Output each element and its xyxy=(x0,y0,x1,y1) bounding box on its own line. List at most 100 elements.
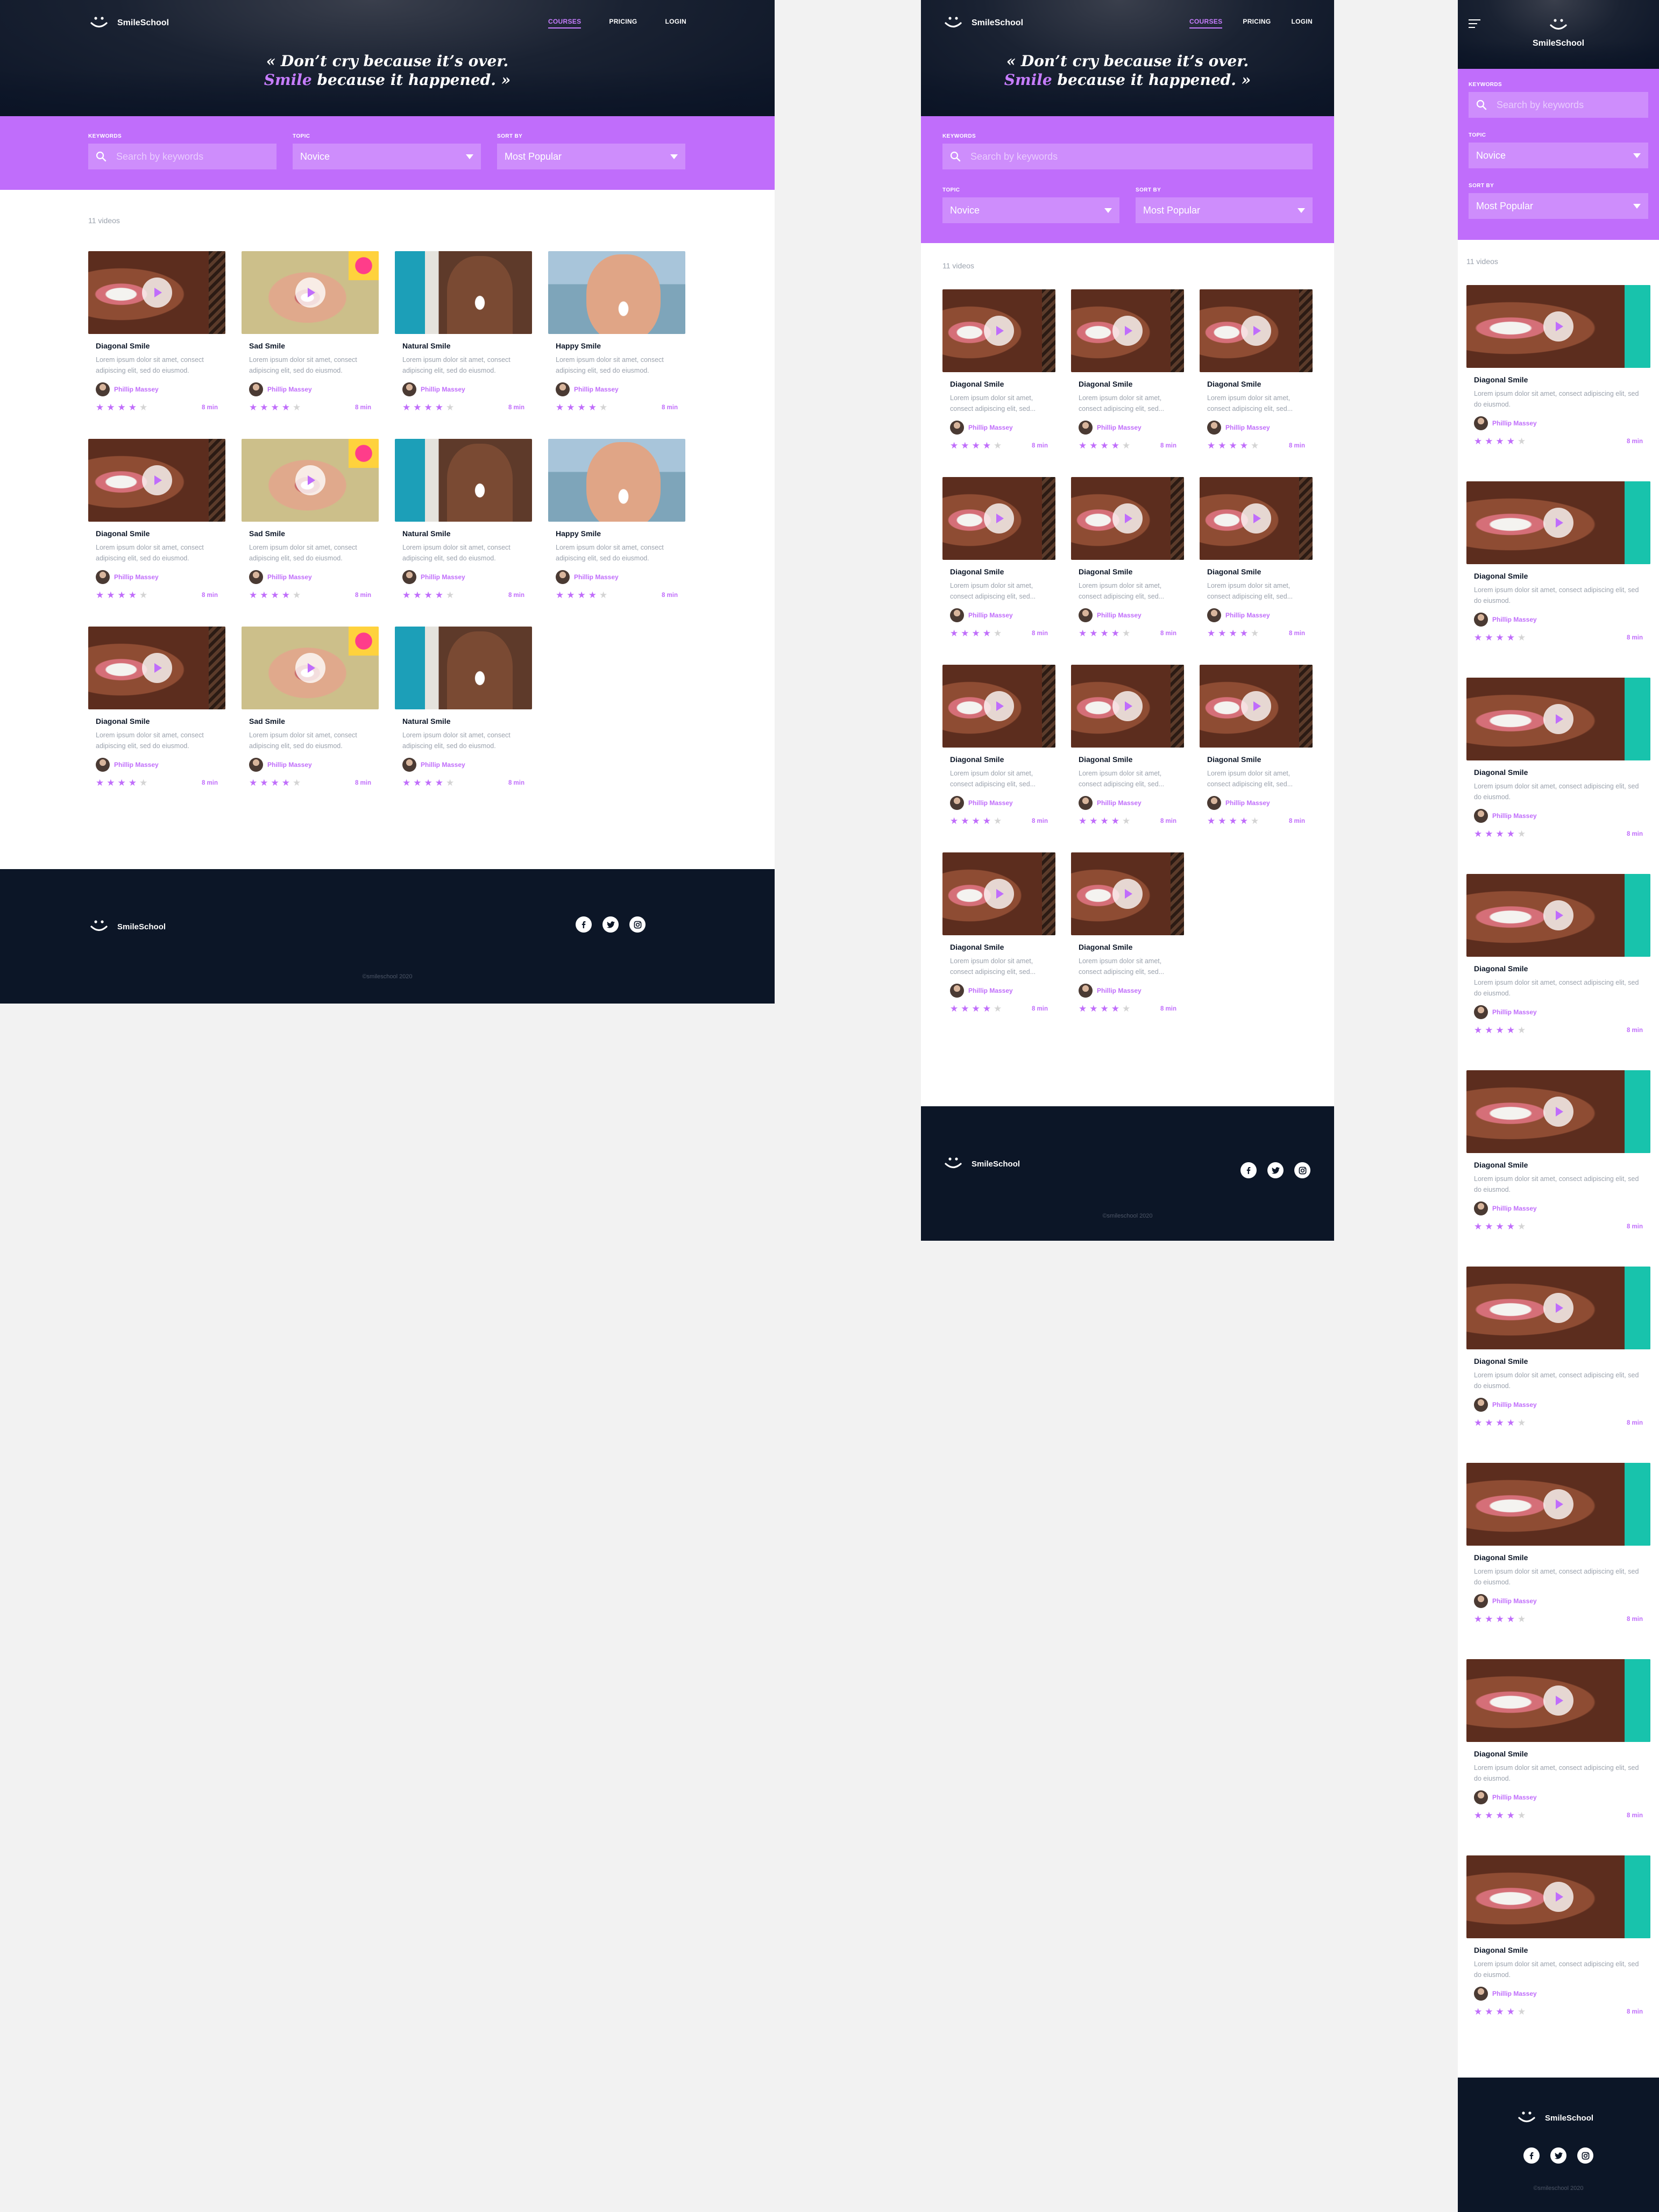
play-icon[interactable] xyxy=(141,278,172,308)
search-input[interactable]: Search by keywords xyxy=(942,144,1313,169)
nav-courses[interactable]: COURSES xyxy=(1189,18,1223,29)
video-thumbnail[interactable] xyxy=(88,251,225,334)
author-name[interactable]: Phillip Massey xyxy=(1225,611,1270,619)
video-thumbnail[interactable] xyxy=(1466,1855,1650,1938)
play-icon[interactable] xyxy=(448,278,479,308)
play-icon[interactable] xyxy=(984,503,1014,534)
video-card[interactable]: Diagonal Smile Lorem ipsum dolor sit amet… xyxy=(942,665,1055,826)
play-icon[interactable] xyxy=(1543,311,1573,342)
play-icon[interactable] xyxy=(448,653,479,683)
author-name[interactable]: Phillip Massey xyxy=(968,799,1013,807)
video-thumbnail[interactable] xyxy=(88,627,225,709)
play-icon[interactable] xyxy=(601,465,632,495)
video-card[interactable]: Diagonal Smile Lorem ipsum dolor sit amet… xyxy=(1466,1855,1650,2016)
video-thumbnail[interactable] xyxy=(548,439,685,522)
video-thumbnail[interactable] xyxy=(942,665,1055,748)
play-icon[interactable] xyxy=(1543,508,1573,538)
topic-select[interactable]: Novice xyxy=(942,197,1119,223)
video-thumbnail[interactable] xyxy=(395,251,532,334)
video-card[interactable]: Natural Smile Lorem ipsum dolor sit amet,… xyxy=(395,627,532,787)
play-icon[interactable] xyxy=(1543,704,1573,734)
video-thumbnail[interactable] xyxy=(1466,1267,1650,1349)
video-thumbnail[interactable] xyxy=(1200,289,1313,372)
play-icon[interactable] xyxy=(1112,503,1143,534)
play-icon[interactable] xyxy=(1543,1097,1573,1127)
video-card[interactable]: Diagonal Smile Lorem ipsum dolor sit amet… xyxy=(88,251,225,412)
twitter-icon[interactable] xyxy=(1550,2147,1566,2164)
video-thumbnail[interactable] xyxy=(242,439,379,522)
video-card[interactable]: Sad Smile Lorem ipsum dolor sit amet, con… xyxy=(242,439,379,600)
instagram-icon[interactable] xyxy=(1577,2147,1593,2164)
video-thumbnail[interactable] xyxy=(1466,285,1650,368)
video-card[interactable]: Natural Smile Lorem ipsum dolor sit amet,… xyxy=(395,251,532,412)
video-thumbnail[interactable] xyxy=(1200,665,1313,748)
video-thumbnail[interactable] xyxy=(1071,852,1184,935)
play-icon[interactable] xyxy=(295,465,325,495)
video-card[interactable]: Diagonal Smile Lorem ipsum dolor sit amet… xyxy=(1200,665,1313,826)
video-card[interactable]: Happy Smile Lorem ipsum dolor sit amet, c… xyxy=(548,251,685,412)
facebook-icon[interactable] xyxy=(576,916,592,933)
video-card[interactable]: Natural Smile Lorem ipsum dolor sit amet,… xyxy=(395,439,532,600)
video-card[interactable]: Diagonal Smile Lorem ipsum dolor sit amet… xyxy=(1071,852,1184,1013)
play-icon[interactable] xyxy=(984,316,1014,346)
nav-login[interactable]: LOGIN xyxy=(1292,18,1313,29)
video-card[interactable]: Diagonal Smile Lorem ipsum dolor sit amet… xyxy=(88,627,225,787)
video-thumbnail[interactable] xyxy=(1466,1659,1650,1742)
author-name[interactable]: Phillip Massey xyxy=(267,386,312,393)
play-icon[interactable] xyxy=(1241,503,1271,534)
author-name[interactable]: Phillip Massey xyxy=(421,573,465,581)
play-icon[interactable] xyxy=(1241,691,1271,721)
play-icon[interactable] xyxy=(295,653,325,683)
author-name[interactable]: Phillip Massey xyxy=(1492,616,1537,623)
author-name[interactable]: Phillip Massey xyxy=(114,573,159,581)
instagram-icon[interactable] xyxy=(629,916,646,933)
author-name[interactable]: Phillip Massey xyxy=(1492,1990,1537,1997)
video-thumbnail[interactable] xyxy=(395,439,532,522)
nav-pricing[interactable]: PRICING xyxy=(609,18,637,29)
play-icon[interactable] xyxy=(1543,1685,1573,1716)
author-name[interactable]: Phillip Massey xyxy=(1492,1008,1537,1016)
video-thumbnail[interactable] xyxy=(1466,874,1650,957)
author-name[interactable]: Phillip Massey xyxy=(421,386,465,393)
video-card[interactable]: Diagonal Smile Lorem ipsum dolor sit amet… xyxy=(1466,1267,1650,1427)
play-icon[interactable] xyxy=(601,278,632,308)
video-card[interactable]: Sad Smile Lorem ipsum dolor sit amet, con… xyxy=(242,627,379,787)
footer-brand[interactable]: SmileSchool xyxy=(88,919,166,935)
twitter-icon[interactable] xyxy=(1267,1162,1284,1178)
video-thumbnail[interactable] xyxy=(1466,1070,1650,1153)
video-thumbnail[interactable] xyxy=(942,477,1055,560)
play-icon[interactable] xyxy=(1112,316,1143,346)
video-thumbnail[interactable] xyxy=(1071,665,1184,748)
nav-login[interactable]: LOGIN xyxy=(665,18,687,29)
video-thumbnail[interactable] xyxy=(395,627,532,709)
video-card[interactable]: Diagonal Smile Lorem ipsum dolor sit amet… xyxy=(1466,481,1650,642)
video-card[interactable]: Diagonal Smile Lorem ipsum dolor sit amet… xyxy=(1466,1659,1650,1820)
author-name[interactable]: Phillip Massey xyxy=(968,611,1013,619)
facebook-icon[interactable] xyxy=(1240,1162,1257,1178)
topic-select[interactable]: Novice xyxy=(1469,143,1648,168)
topic-select[interactable]: Novice xyxy=(293,144,481,169)
play-icon[interactable] xyxy=(1543,1882,1573,1912)
video-card[interactable]: Diagonal Smile Lorem ipsum dolor sit amet… xyxy=(942,289,1055,450)
author-name[interactable]: Phillip Massey xyxy=(968,987,1013,994)
video-card[interactable]: Diagonal Smile Lorem ipsum dolor sit amet… xyxy=(1466,874,1650,1035)
video-card[interactable]: Diagonal Smile Lorem ipsum dolor sit amet… xyxy=(1466,285,1650,446)
video-card[interactable]: Diagonal Smile Lorem ipsum dolor sit amet… xyxy=(1466,678,1650,838)
play-icon[interactable] xyxy=(1543,900,1573,930)
video-thumbnail[interactable] xyxy=(1200,477,1313,560)
video-card[interactable]: Diagonal Smile Lorem ipsum dolor sit amet… xyxy=(942,852,1055,1013)
video-thumbnail[interactable] xyxy=(548,251,685,334)
play-icon[interactable] xyxy=(984,691,1014,721)
facebook-icon[interactable] xyxy=(1523,2147,1540,2164)
play-icon[interactable] xyxy=(141,653,172,683)
author-name[interactable]: Phillip Massey xyxy=(1492,419,1537,427)
author-name[interactable]: Phillip Massey xyxy=(1492,1794,1537,1801)
video-card[interactable]: Diagonal Smile Lorem ipsum dolor sit amet… xyxy=(1466,1070,1650,1231)
video-thumbnail[interactable] xyxy=(88,439,225,522)
nav-courses[interactable]: COURSES xyxy=(548,18,582,29)
video-card[interactable]: Sad Smile Lorem ipsum dolor sit amet, con… xyxy=(242,251,379,412)
play-icon[interactable] xyxy=(984,879,1014,909)
instagram-icon[interactable] xyxy=(1294,1162,1310,1178)
sort-select[interactable]: Most Popular xyxy=(497,144,685,169)
author-name[interactable]: Phillip Massey xyxy=(574,386,619,393)
